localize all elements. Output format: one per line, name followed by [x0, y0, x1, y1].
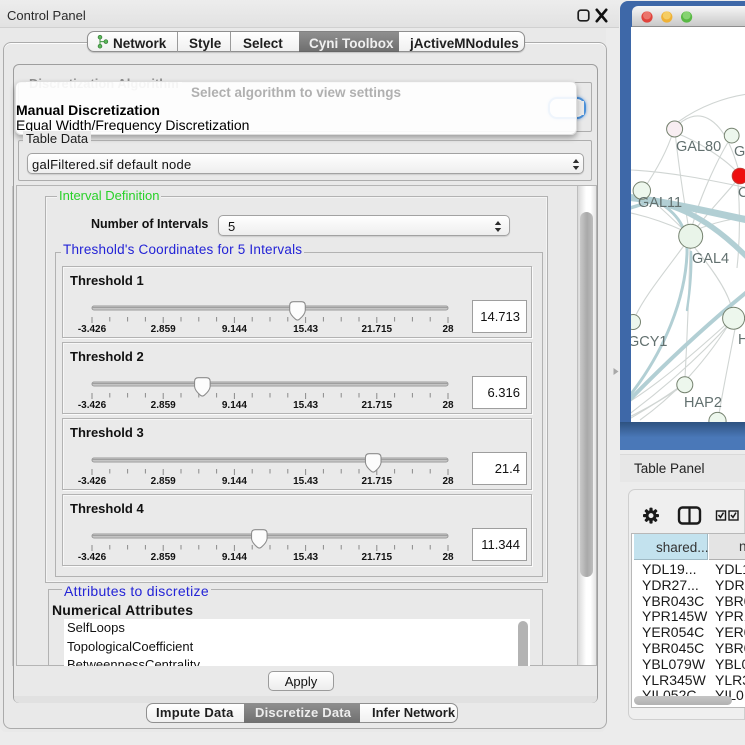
svg-text:HAP2: HAP2: [684, 395, 722, 411]
svg-text:H: H: [738, 332, 745, 348]
svg-text:GAL80: GAL80: [676, 139, 721, 155]
svg-text:C: C: [738, 185, 745, 201]
svg-text:GAL4: GAL4: [692, 251, 729, 267]
svg-text:GAL11: GAL11: [638, 195, 682, 211]
svg-text:GA: GA: [734, 144, 745, 160]
svg-text:GCY1: GCY1: [631, 334, 668, 350]
